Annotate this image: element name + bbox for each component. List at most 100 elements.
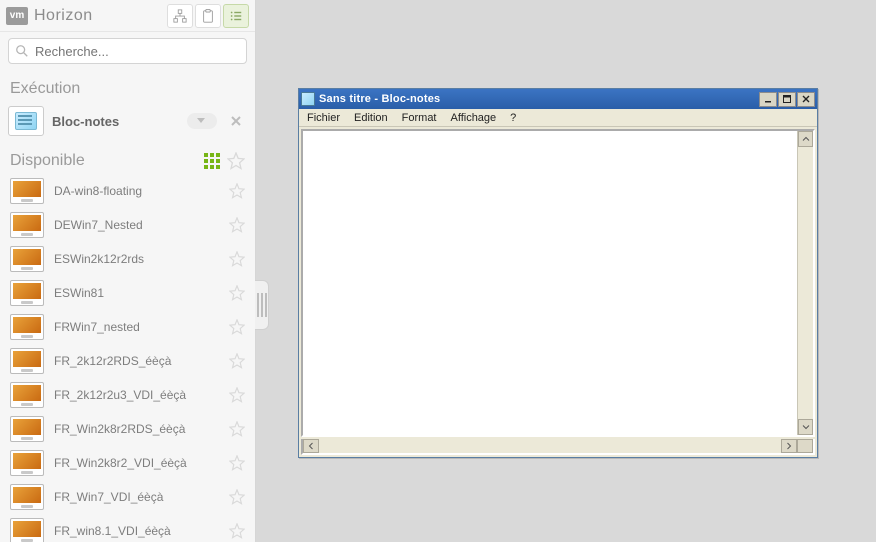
favorite-star-button[interactable]: [229, 319, 245, 335]
search-input[interactable]: [35, 44, 240, 59]
desktop-thumb: [10, 382, 44, 408]
chevron-right-icon: [785, 442, 793, 450]
desktop-thumb: [10, 416, 44, 442]
desktop-item[interactable]: FR_Win7_VDI_éèçà: [0, 480, 255, 514]
scroll-left-button[interactable]: [303, 439, 319, 453]
maximize-icon: [783, 95, 791, 103]
desktop-item[interactable]: ESWin2k12r2rds: [0, 242, 255, 276]
desktop-label: ESWin81: [54, 286, 219, 300]
favorite-star-button[interactable]: [229, 523, 245, 539]
vertical-scrollbar[interactable]: [797, 131, 813, 435]
desktop-label: FR_Win7_VDI_éèçà: [54, 490, 219, 504]
list-icon: [229, 9, 243, 23]
favorite-star-button[interactable]: [229, 421, 245, 437]
favorite-star-button[interactable]: [229, 387, 245, 403]
desktop-thumb: [10, 450, 44, 476]
search-container: [0, 32, 255, 70]
running-app-dropdown[interactable]: [187, 113, 217, 129]
main-desktop-area: Sans titre - Bloc-notes Fichier Edition …: [256, 0, 876, 542]
chevron-up-icon: [802, 135, 810, 143]
section-execution-label: Exécution: [0, 70, 255, 102]
notepad-titlebar[interactable]: Sans titre - Bloc-notes: [299, 89, 817, 109]
favorite-star-button[interactable]: [229, 455, 245, 471]
desktop-thumb: [10, 348, 44, 374]
minimize-icon: [764, 95, 772, 103]
menu-format[interactable]: Format: [402, 112, 437, 124]
scroll-track[interactable]: [319, 439, 781, 453]
horizontal-scrollbar[interactable]: [301, 439, 815, 455]
topology-button[interactable]: [167, 4, 193, 28]
favorite-star-button[interactable]: [229, 251, 245, 267]
desktop-item[interactable]: FR_win8.1_VDI_éèçà: [0, 514, 255, 542]
desktop-item[interactable]: FRWin7_nested: [0, 310, 255, 344]
desktop-item[interactable]: FR_Win2k8r2_VDI_éèçà: [0, 446, 255, 480]
brand-badge: vm: [6, 7, 28, 25]
running-app-label: Bloc-notes: [52, 114, 179, 129]
desktop-label: FR_2k12r2u3_VDI_éèçà: [54, 388, 219, 402]
desktop-thumb: [10, 212, 44, 238]
sidebar: vm Horizon Exécution Bloc-notes: [0, 0, 256, 542]
search-box[interactable]: [8, 38, 247, 64]
menu-view[interactable]: Affichage: [451, 112, 497, 124]
clipboard-button[interactable]: [195, 4, 221, 28]
desktop-item[interactable]: DEWin7_Nested: [0, 208, 255, 242]
desktop-item[interactable]: FR_2k12r2u3_VDI_éèçà: [0, 378, 255, 412]
header-toolbar: [165, 4, 249, 28]
favorite-star-button[interactable]: [229, 183, 245, 199]
desktop-item[interactable]: ESWin81: [0, 276, 255, 310]
maximize-button[interactable]: [778, 92, 796, 107]
topology-icon: [173, 9, 187, 23]
desktop-thumb: [10, 178, 44, 204]
running-app-thumb: [8, 106, 44, 136]
desktop-label: ESWin2k12r2rds: [54, 252, 219, 266]
running-app-row[interactable]: Bloc-notes: [0, 102, 255, 140]
section-available-header: Disponible: [0, 140, 255, 174]
notepad-menubar: Fichier Edition Format Affichage ?: [299, 109, 817, 127]
close-icon: [229, 114, 243, 128]
menu-file[interactable]: Fichier: [307, 112, 340, 124]
menu-help[interactable]: ?: [510, 112, 516, 124]
desktop-item[interactable]: DA-win8-floating: [0, 174, 255, 208]
chevron-down-icon: [802, 423, 810, 431]
notepad-body: [301, 129, 815, 437]
window-buttons: [758, 92, 815, 107]
favorite-star-button[interactable]: [229, 489, 245, 505]
favorite-star-button[interactable]: [229, 353, 245, 369]
notepad-icon: [15, 112, 37, 130]
menu-edit[interactable]: Edition: [354, 112, 388, 124]
scroll-up-button[interactable]: [798, 131, 813, 147]
notepad-window[interactable]: Sans titre - Bloc-notes Fichier Edition …: [298, 88, 818, 458]
favorite-star-button[interactable]: [229, 285, 245, 301]
close-button[interactable]: [797, 92, 815, 107]
notepad-textarea[interactable]: [303, 131, 797, 435]
desktop-thumb: [10, 518, 44, 542]
favorite-star-button[interactable]: [229, 217, 245, 233]
notepad-title-text: Sans titre - Bloc-notes: [319, 93, 754, 105]
desktop-label: FR_Win2k8r2_VDI_éèçà: [54, 456, 219, 470]
sidebar-header: vm Horizon: [0, 0, 255, 32]
list-view-button[interactable]: [223, 4, 249, 28]
scroll-right-button[interactable]: [781, 439, 797, 453]
desktop-thumb: [10, 280, 44, 306]
desktop-item[interactable]: FR_2k12r2RDS_éèçà: [0, 344, 255, 378]
running-app-close-button[interactable]: [225, 110, 247, 132]
desktop-label: FRWin7_nested: [54, 320, 219, 334]
desktop-item[interactable]: FR_Win2k8r2RDS_éèçà: [0, 412, 255, 446]
resize-corner[interactable]: [797, 439, 813, 453]
scroll-track[interactable]: [798, 147, 813, 419]
minimize-button[interactable]: [759, 92, 777, 107]
desktop-label: FR_win8.1_VDI_éèçà: [54, 524, 219, 538]
desktop-list: DA-win8-floating DEWin7_Nested ESWin2k12…: [0, 174, 255, 542]
chevron-left-icon: [307, 442, 315, 450]
desktop-thumb: [10, 246, 44, 272]
desktop-thumb: [10, 484, 44, 510]
desktop-label: DA-win8-floating: [54, 184, 219, 198]
desktop-thumb: [10, 314, 44, 340]
grid-view-button[interactable]: [203, 152, 221, 170]
search-icon: [15, 44, 29, 58]
desktop-label: FR_Win2k8r2RDS_éèçà: [54, 422, 219, 436]
notepad-icon: [301, 92, 315, 106]
desktop-label: FR_2k12r2RDS_éèçà: [54, 354, 219, 368]
scroll-down-button[interactable]: [798, 419, 813, 435]
favorites-filter-button[interactable]: [227, 152, 245, 170]
